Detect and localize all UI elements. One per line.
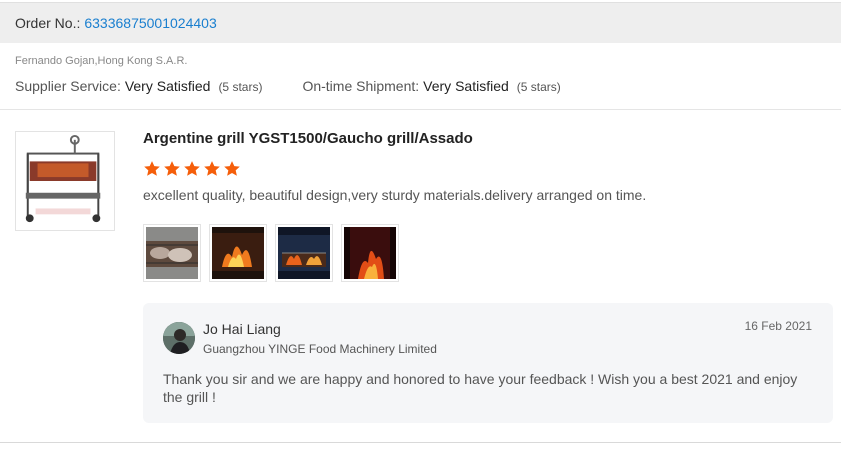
star-rating [143,160,243,178]
shipment-stars: (5 stars) [516,80,561,94]
replier-name: Jo Hai Liang [203,321,281,337]
review-text: excellent quality, beautiful design,very… [143,187,647,203]
supplier-service-stars: (5 stars) [218,80,263,94]
shipment-rating: On-time Shipment: Very Satisfied (5 star… [302,78,560,94]
star-icon [184,161,200,176]
review-photo-4[interactable] [341,224,399,282]
order-number-link[interactable]: 63336875001024403 [84,15,216,31]
ratings-row: Supplier Service: Very Satisfied (5 star… [15,78,561,94]
supplier-service-label: Supplier Service: [15,78,121,94]
avatar [163,322,195,354]
order-label: Order No.: [15,15,81,31]
grill-meat-photo [146,227,198,279]
supplier-service-rating: Supplier Service: Very Satisfied (5 star… [15,78,262,94]
star-icon [164,161,180,176]
grill-fire-photo [278,227,330,279]
reply-text: Thank you sir and we are happy and honor… [163,371,798,405]
star-icon [204,161,220,176]
reply-date: 16 Feb 2021 [744,319,812,333]
star-icon [144,161,160,176]
divider [0,442,841,443]
star-icon [224,161,240,176]
person-avatar-icon [163,322,195,354]
shipment-value: Very Satisfied [423,78,509,94]
supplier-service-value: Very Satisfied [124,78,211,94]
replier-company: Guangzhou YINGE Food Machinery Limited [203,342,437,356]
supplier-reply: Jo Hai Liang Guangzhou YINGE Food Machin… [143,303,833,423]
buyer-location: Fernando Gojan,Hong Kong S.A.R. [15,55,188,67]
review-photo-1[interactable] [143,224,201,282]
fire-photo [212,227,264,279]
divider [0,109,841,110]
shipment-label: On-time Shipment: [302,78,420,94]
review-photos [143,224,407,282]
product-thumbnail[interactable] [15,131,115,231]
review-photo-3[interactable] [275,224,333,282]
fire-closeup-photo [344,227,396,279]
review-photo-2[interactable] [209,224,267,282]
product-title[interactable]: Argentine grill YGST1500/Gaucho grill/As… [143,130,473,147]
order-header: Order No.: 63336875001024403 [0,2,841,43]
grill-product-image [16,132,114,230]
